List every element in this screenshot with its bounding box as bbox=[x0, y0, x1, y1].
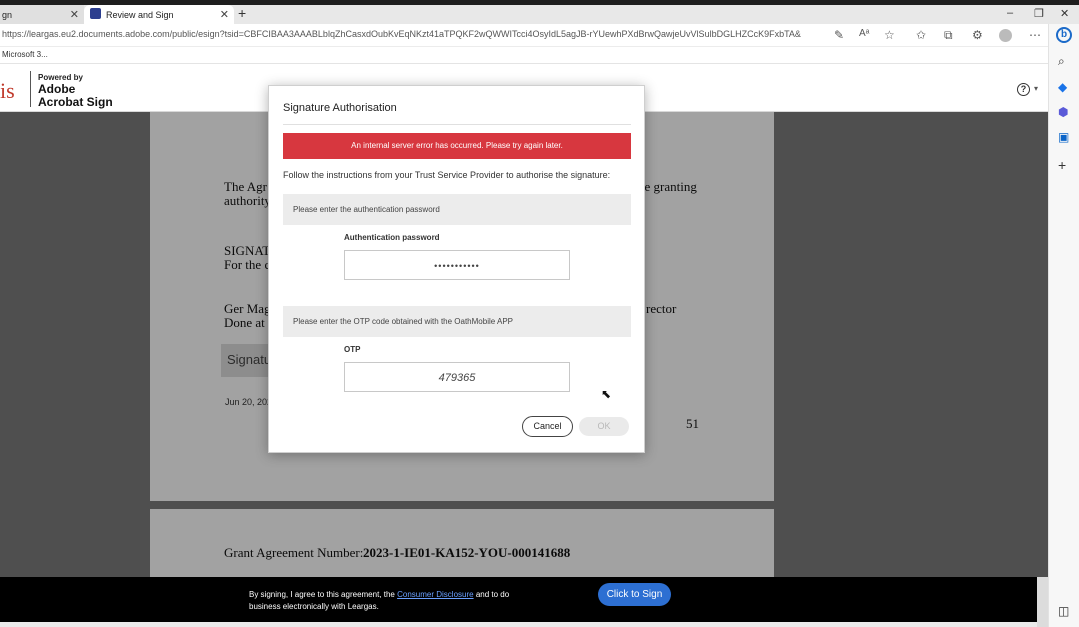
cancel-button[interactable]: Cancel bbox=[522, 416, 573, 437]
close-icon[interactable]: ✕ bbox=[70, 8, 79, 21]
favorites-icon[interactable]: ✩ bbox=[916, 28, 926, 42]
header-divider bbox=[30, 71, 31, 107]
screen: gn ✕ Review and Sign ✕ + – ❐ ✕ https://l… bbox=[0, 0, 1079, 627]
otp-section-header: Please enter the OTP code obtained with … bbox=[283, 306, 631, 337]
window-close-button[interactable]: ✕ bbox=[1060, 7, 1069, 20]
chevron-down-icon[interactable]: ▾ bbox=[1034, 84, 1038, 93]
consent-text: By signing, I agree to this agreement, t… bbox=[249, 589, 539, 613]
tab-previous[interactable]: gn ✕ bbox=[0, 5, 84, 24]
extensions-icon[interactable]: ⚙ bbox=[972, 28, 983, 42]
tab-label: Review and Sign bbox=[106, 9, 174, 20]
password-section-header: Please enter the authentication password bbox=[283, 194, 631, 225]
password-input[interactable]: ••••••••••• bbox=[344, 250, 570, 280]
mouse-cursor-icon: ⬉ bbox=[601, 387, 612, 401]
more-icon[interactable]: ⋯ bbox=[1029, 28, 1041, 42]
dialog-title: Signature Authorisation bbox=[283, 102, 397, 114]
favorite-icon[interactable]: ☆ bbox=[884, 28, 895, 42]
add-icon[interactable]: + bbox=[1058, 157, 1066, 173]
bottom-strip bbox=[0, 622, 1037, 627]
edge-sidebar: b ⌕ ◆ ⬢ ▣ + ◫ bbox=[1048, 24, 1079, 627]
minimize-button[interactable]: – bbox=[1007, 7, 1013, 19]
new-tab-button[interactable]: + bbox=[238, 5, 246, 22]
error-banner: An internal server error has occurred. P… bbox=[283, 133, 631, 159]
organization-logo: is bbox=[0, 78, 15, 103]
instructions-text: Follow the instructions from your Trust … bbox=[283, 170, 611, 180]
powered-by-label: Powered by bbox=[38, 73, 83, 82]
acrobat-icon bbox=[90, 8, 101, 19]
read-aloud-icon[interactable]: Aᵃ bbox=[859, 28, 869, 39]
help-icon[interactable]: ? bbox=[1017, 83, 1030, 96]
sidebar-toggle-icon[interactable]: ◫ bbox=[1058, 604, 1069, 618]
tab-bar: gn ✕ Review and Sign ✕ + – ❐ ✕ bbox=[0, 5, 1079, 24]
restore-button[interactable]: ❐ bbox=[1034, 7, 1044, 20]
outlook-icon[interactable]: ▣ bbox=[1058, 130, 1069, 144]
url-text[interactable]: https://leargas.eu2.documents.adobe.com/… bbox=[2, 29, 801, 39]
close-icon[interactable]: ✕ bbox=[220, 8, 229, 21]
ok-button[interactable]: OK bbox=[579, 417, 629, 436]
edit-icon[interactable]: ✎ bbox=[834, 28, 844, 42]
address-bar[interactable]: https://leargas.eu2.documents.adobe.com/… bbox=[0, 24, 1048, 47]
favorite-item[interactable]: Microsoft 3... bbox=[2, 50, 48, 59]
divider bbox=[283, 124, 631, 125]
games-icon[interactable]: ⬢ bbox=[1058, 105, 1068, 119]
favorites-bar: Microsoft 3... bbox=[0, 47, 1048, 64]
shopping-icon[interactable]: ◆ bbox=[1058, 80, 1067, 94]
tab-label: gn bbox=[2, 9, 13, 20]
consumer-disclosure-link[interactable]: Consumer Disclosure bbox=[397, 590, 473, 599]
adobe-line-2: Acrobat Sign bbox=[38, 95, 113, 109]
signature-authorisation-dialog: Signature Authorisation An internal serv… bbox=[268, 85, 645, 453]
adobe-logo-text: Adobe Acrobat Sign bbox=[38, 83, 113, 109]
otp-input[interactable]: 479365 bbox=[344, 362, 570, 392]
otp-label: OTP bbox=[344, 345, 361, 354]
collections-icon[interactable]: ⧉ bbox=[944, 28, 953, 43]
consent-text-before: By signing, I agree to this agreement, t… bbox=[249, 590, 395, 599]
scrollbar[interactable] bbox=[1037, 577, 1048, 627]
search-icon[interactable]: ⌕ bbox=[1058, 54, 1065, 69]
profile-icon[interactable] bbox=[999, 29, 1012, 42]
click-to-sign-button[interactable]: Click to Sign bbox=[598, 583, 671, 606]
password-label: Authentication password bbox=[344, 233, 440, 242]
sign-bar: By signing, I agree to this agreement, t… bbox=[0, 577, 1037, 622]
tab-review-and-sign[interactable]: Review and Sign ✕ bbox=[84, 5, 234, 24]
bing-icon[interactable]: b bbox=[1056, 27, 1072, 43]
